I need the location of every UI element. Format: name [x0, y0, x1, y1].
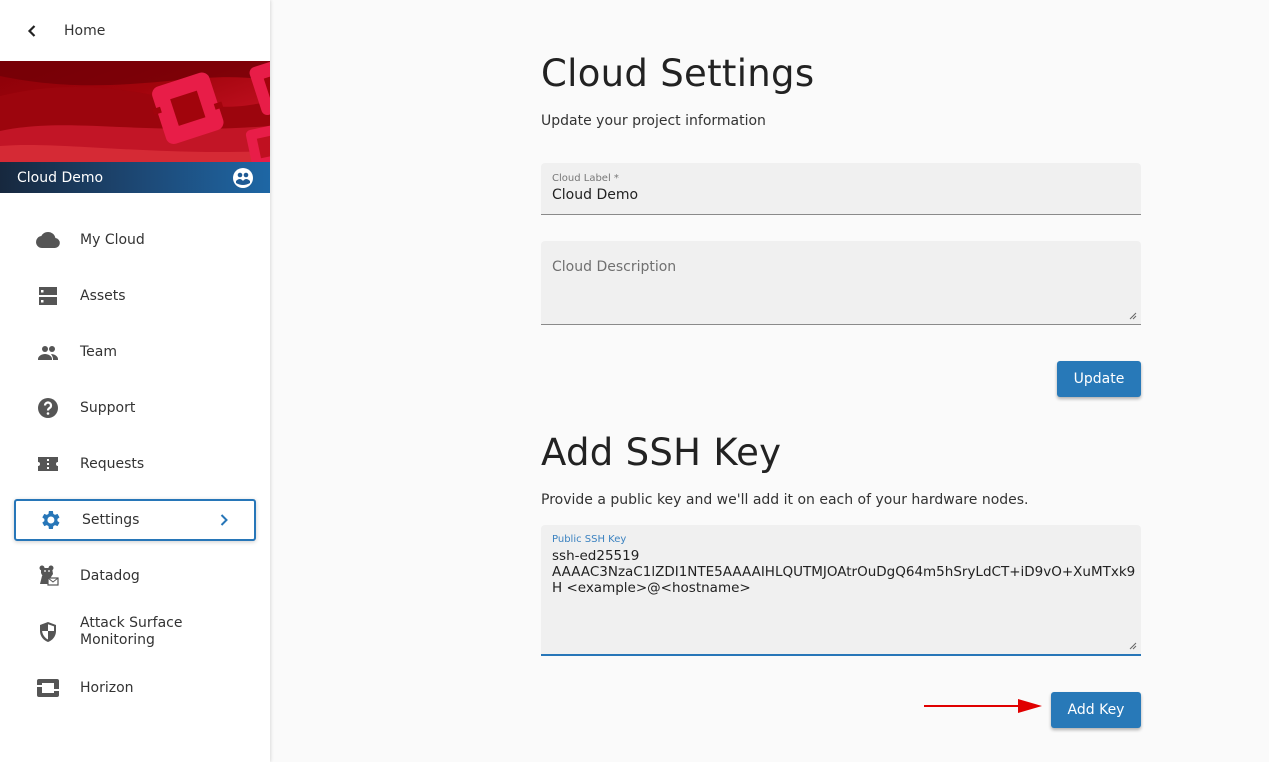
- sidebar-item-horizon[interactable]: Horizon: [0, 660, 270, 716]
- sidebar-item-label: My Cloud: [80, 231, 145, 248]
- cloud-label-input[interactable]: [552, 187, 1122, 203]
- cloud-label-field[interactable]: Cloud Label *: [541, 163, 1141, 215]
- chevron-left-icon: [27, 24, 36, 37]
- cloud-name: Cloud Demo: [17, 169, 104, 186]
- banner-artwork: [0, 61, 270, 162]
- sidebar-item-my-cloud[interactable]: My Cloud: [0, 212, 270, 268]
- sidebar-item-team[interactable]: Team: [0, 324, 270, 380]
- gear-icon: [37, 507, 63, 533]
- sidebar-item-label: Horizon: [80, 679, 134, 696]
- sidebar-item-label: Settings: [82, 511, 140, 528]
- sidebar-item-requests[interactable]: Requests: [0, 436, 270, 492]
- datadog-icon: [35, 563, 61, 589]
- update-button[interactable]: Update: [1057, 361, 1141, 397]
- add-key-button[interactable]: Add Key: [1051, 692, 1141, 728]
- sidebar-item-attack-surface-monitoring[interactable]: Attack Surface Monitoring: [0, 604, 270, 660]
- cloud-description-field[interactable]: Cloud Description: [541, 241, 1141, 325]
- help-icon: [35, 395, 61, 421]
- resize-handle-icon[interactable]: [1127, 640, 1137, 650]
- sidebar-item-assets[interactable]: Assets: [0, 268, 270, 324]
- sidebar-item-label: Assets: [80, 287, 126, 304]
- sidebar-item-label: Team: [80, 343, 118, 360]
- home-link[interactable]: Home: [0, 0, 270, 61]
- sidebar-nav: My Cloud Assets Team Support Requests Se…: [0, 212, 270, 716]
- horizon-icon: [35, 675, 61, 701]
- cloud-icon: [35, 227, 61, 253]
- cloud-banner: [0, 61, 270, 162]
- sidebar-item-support[interactable]: Support: [0, 380, 270, 436]
- cloud-name-bar: Cloud Demo: [0, 162, 270, 193]
- sidebar-item-datadog[interactable]: Datadog: [0, 548, 270, 604]
- cloud-settings-subtitle: Update your project information: [541, 113, 766, 129]
- team-switch-icon[interactable]: [232, 167, 254, 189]
- shield-icon: [35, 619, 61, 645]
- ticket-icon: [35, 451, 61, 477]
- people-icon: [35, 339, 61, 365]
- sidebar-item-label: Datadog: [80, 567, 140, 584]
- sidebar-item-label: Attack Surface Monitoring: [80, 615, 183, 648]
- sidebar-item-label: Support: [80, 399, 136, 416]
- cloud-label-field-label: Cloud Label *: [552, 173, 619, 184]
- home-label: Home: [64, 22, 106, 39]
- add-ssh-key-subtitle: Provide a public key and we'll add it on…: [541, 492, 1029, 508]
- resize-handle-icon[interactable]: [1127, 310, 1137, 320]
- server-icon: [35, 283, 61, 309]
- annotation-arrow-icon: [924, 699, 1042, 713]
- public-ssh-key-field[interactable]: Public SSH Key ssh-ed25519 AAAAC3NzaC1lZ…: [541, 525, 1141, 656]
- cloud-settings-title: Cloud Settings: [541, 52, 815, 95]
- cloud-description-placeholder: Cloud Description: [552, 259, 677, 275]
- public-ssh-key-textarea[interactable]: ssh-ed25519 AAAAC3NzaC1lZDI1NTE5AAAAIHLQ…: [552, 548, 1137, 596]
- sidebar: Home Cloud Demo My Cloud Assets Team Sup…: [0, 0, 270, 762]
- sidebar-item-label: Requests: [80, 455, 145, 472]
- sidebar-item-settings[interactable]: Settings: [14, 499, 256, 541]
- public-ssh-key-label: Public SSH Key: [552, 534, 627, 545]
- add-ssh-key-title: Add SSH Key: [541, 431, 782, 474]
- chevron-right-icon: [220, 514, 228, 526]
